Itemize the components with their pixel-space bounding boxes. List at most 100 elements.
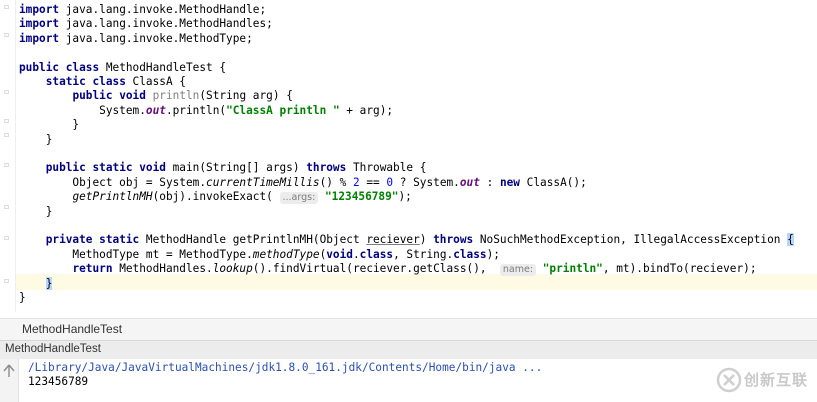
code-line[interactable]: MethodType mt = MethodType.methodType(vo… [19, 248, 500, 262]
code-line[interactable]: static class ClassA { [19, 75, 186, 89]
code-line[interactable]: } [19, 291, 26, 305]
code-token: () % [319, 175, 353, 189]
fold-icon[interactable]: ▫ [4, 276, 11, 285]
code-token: out [459, 175, 480, 189]
fold-icon[interactable]: ▫ [4, 160, 11, 169]
code-token: class [453, 247, 487, 261]
code-token: private static [45, 233, 140, 247]
code-token: "println" [542, 262, 603, 276]
code-token: MethodHandleTest { [99, 60, 227, 74]
code-token: ); [486, 247, 500, 261]
code-token: ().findVirtual(reciever.getClass(), [252, 262, 500, 276]
code-token: NoSuchMethodException, IllegalAccessExce… [473, 233, 788, 247]
code-line[interactable]: public class MethodHandleTest { [19, 61, 226, 75]
editor-gutter[interactable]: ▫ ▫ ▫ ▫ ▫ ▫ ▫ ▫ ▫ [0, 0, 16, 312]
code-line[interactable]: } [19, 276, 53, 291]
code-token: class [359, 247, 394, 261]
fold-icon[interactable]: ▫ [4, 30, 11, 39]
fold-icon[interactable]: ▫ [4, 116, 11, 125]
run-config-tab[interactable]: MethodHandleTest [5, 343, 101, 355]
code-token: MethodType mt = MethodType. [19, 247, 253, 261]
code-token: + arg); [339, 103, 394, 117]
code-line[interactable]: public void println(String arg) { [19, 89, 293, 103]
code-line[interactable]: private static MethodHandle getPrintlnMH… [19, 233, 794, 247]
code-token: MethodHandles. [112, 262, 213, 276]
code-token: MethodHandle getPrintlnMH(Object [139, 233, 367, 247]
code-token: "123456789" [325, 190, 399, 204]
code-line[interactable]: } [19, 132, 53, 147]
fold-icon[interactable]: ▫ [4, 87, 11, 96]
code-token: return [72, 262, 113, 276]
code-token: reciever [366, 233, 420, 247]
code-token: System. [19, 103, 146, 117]
code-token: println [152, 89, 200, 103]
console-toolbar [0, 359, 19, 402]
code-token: == [359, 175, 387, 189]
code-token: out [145, 103, 166, 117]
code-token: new [499, 175, 520, 189]
code-token: ClassA(); [520, 175, 587, 189]
breadcrumb[interactable]: MethodHandleTest [0, 318, 817, 340]
code-token: import [19, 17, 60, 31]
fold-icon[interactable]: ▫ [4, 130, 11, 139]
code-line[interactable]: public static void main(String[] args) t… [19, 161, 427, 175]
code-token: 2 [352, 175, 360, 189]
code-token: import [19, 31, 60, 45]
code-token: : [479, 175, 500, 189]
run-console[interactable]: /Library/Java/JavaVirtualMachines/jdk1.8… [0, 359, 817, 402]
code-token: lookup [212, 262, 253, 276]
code-token: void [326, 247, 353, 261]
code-line[interactable]: import java.lang.invoke.MethodHandle; [19, 3, 266, 17]
code-token: } [19, 291, 26, 304]
code-token: public static void [45, 161, 166, 175]
fold-icon[interactable]: ▫ [4, 2, 11, 11]
code-token: throws [306, 161, 347, 175]
code-line[interactable]: getPrintlnMH(obj).invokeExact( ...args: … [19, 190, 412, 205]
code-line[interactable]: System.out.println("ClassA println " + a… [19, 104, 393, 118]
code-token: } [19, 204, 53, 218]
run-tool-window-header[interactable]: MethodHandleTest [0, 340, 817, 360]
up-arrow-icon[interactable] [0, 361, 18, 381]
code-token: ClassA { [125, 75, 186, 88]
code-token: static class [45, 75, 126, 88]
fold-icon[interactable]: ▫ [4, 233, 11, 242]
code-token: (String arg) { [199, 89, 293, 103]
code-token: } [19, 132, 53, 146]
code-line[interactable]: } [19, 118, 79, 132]
code-token: Throwable { [346, 161, 427, 175]
watermark-logo: 创新互联 [716, 363, 814, 399]
console-output-line: 123456789 [28, 375, 89, 388]
code-token: java.lang.invoke.MethodHandle; [59, 3, 267, 16]
code-token: currentTimeMillis [206, 175, 320, 189]
code-token: "ClassA println " [226, 103, 340, 117]
code-token: import [19, 3, 60, 16]
parameter-hint: name: [499, 264, 537, 277]
breadcrumb-class-label[interactable]: MethodHandleTest [22, 322, 122, 336]
console-command-line: /Library/Java/JavaVirtualMachines/jdk1.8… [28, 361, 543, 374]
code-token: getPrintlnMH [72, 190, 153, 204]
fold-icon[interactable]: ▫ [4, 202, 11, 211]
code-editor[interactable]: ▫ ▫ ▫ ▫ ▫ ▫ ▫ ▫ ▫ import java.lang.invok… [0, 0, 817, 312]
code-token: main(String[] args) [165, 161, 307, 175]
code-token: Object obj = System. [19, 175, 207, 189]
code-token: public void [72, 89, 146, 103]
code-line[interactable]: } [19, 204, 53, 219]
code-token: , mt).bindTo(reciever); [602, 262, 757, 276]
code-token: ) [419, 233, 434, 247]
code-token: } [19, 118, 80, 132]
code-line[interactable]: return MethodHandles.lookup().findVirtua… [19, 262, 757, 277]
code-line[interactable]: Object obj = System.currentTimeMillis() … [19, 175, 587, 190]
code-token: methodType [252, 247, 320, 261]
code-line[interactable]: import java.lang.invoke.MethodHandles; [19, 17, 273, 31]
code-token: .println( [165, 103, 227, 117]
code-token: public class [19, 60, 100, 74]
code-token: , String. [393, 247, 454, 261]
code-token: . [352, 247, 360, 261]
code-line[interactable]: import java.lang.invoke.MethodType; [19, 32, 253, 46]
